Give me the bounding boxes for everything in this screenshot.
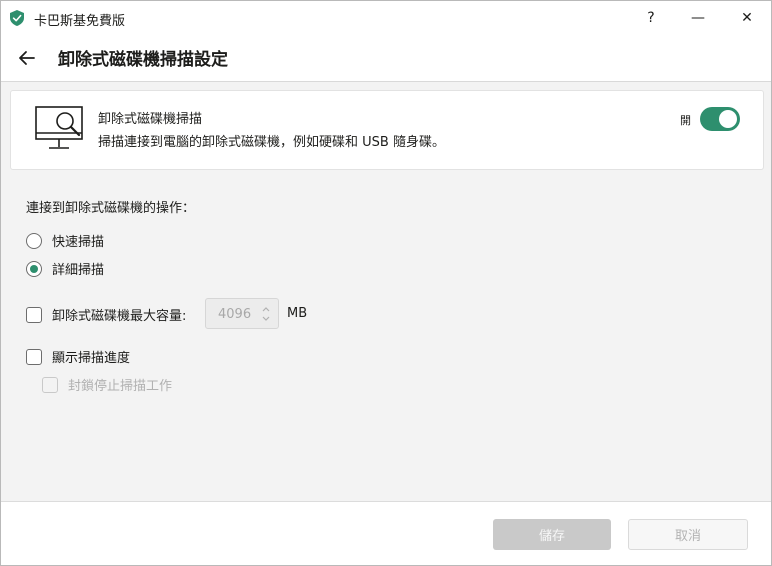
block-stop-label: 封鎖停止掃描工作 xyxy=(68,379,173,394)
monitor-search-icon xyxy=(35,106,83,149)
quick-scan-option[interactable]: 快速掃描 xyxy=(26,231,104,250)
max-size-value: 4096 xyxy=(218,307,252,322)
block-stop-option: 封鎖停止掃描工作 xyxy=(42,375,172,394)
show-progress-checkbox[interactable] xyxy=(26,348,42,365)
block-stop-checkbox xyxy=(42,376,58,393)
page-title: 卸除式磁碟機掃描設定 xyxy=(58,50,228,70)
max-size-checkbox[interactable] xyxy=(26,306,42,323)
quick-scan-radio[interactable] xyxy=(26,232,42,249)
close-button[interactable]: ✕ xyxy=(724,1,770,35)
max-size-stepper[interactable]: 4096 xyxy=(205,298,279,329)
feature-card: 卸除式磁碟機掃描 掃描連接到電腦的卸除式磁碟機，例如硬碟和 USB 隨身碟。 開 xyxy=(10,90,764,170)
show-progress-label: 顯示掃描進度 xyxy=(52,351,131,366)
save-button[interactable]: 儲存 xyxy=(493,519,611,550)
max-size-option[interactable]: 卸除式磁碟機最大容量: xyxy=(26,305,186,324)
footer-bar: 儲存 取消 xyxy=(1,501,771,565)
toggle-knob xyxy=(719,110,737,128)
stepper-arrows-icon[interactable] xyxy=(261,305,271,323)
toggle-state-label: 開 xyxy=(680,114,691,127)
cancel-button[interactable]: 取消 xyxy=(628,519,748,550)
feature-title: 卸除式磁碟機掃描 xyxy=(98,112,203,127)
max-size-unit: MB xyxy=(287,306,308,321)
minimize-button[interactable]: — xyxy=(675,1,721,35)
kaspersky-shield-icon xyxy=(10,10,24,26)
help-button[interactable]: ? xyxy=(628,1,674,35)
title-bar: 卡巴斯基免費版 ? — ✕ xyxy=(1,1,771,35)
full-scan-option[interactable]: 詳細掃描 xyxy=(26,259,104,278)
settings-window: 卡巴斯基免費版 ? — ✕ 卸除式磁碟機掃描設定 卸除式磁碟機掃描 掃描連接到電… xyxy=(0,0,772,566)
feature-toggle[interactable] xyxy=(700,107,740,131)
show-progress-option[interactable]: 顯示掃描進度 xyxy=(26,347,130,366)
quick-scan-label: 快速掃描 xyxy=(52,235,105,250)
action-section-label: 連接到卸除式磁碟機的操作： xyxy=(26,201,196,216)
feature-description: 掃描連接到電腦的卸除式磁碟機，例如硬碟和 USB 隨身碟。 xyxy=(98,135,445,150)
back-arrow-icon[interactable] xyxy=(15,46,39,70)
page-header: 卸除式磁碟機掃描設定 xyxy=(1,35,771,82)
full-scan-radio[interactable] xyxy=(26,260,42,277)
full-scan-label: 詳細掃描 xyxy=(52,263,105,278)
app-title: 卡巴斯基免費版 xyxy=(34,14,126,29)
max-size-label: 卸除式磁碟機最大容量: xyxy=(52,309,187,324)
